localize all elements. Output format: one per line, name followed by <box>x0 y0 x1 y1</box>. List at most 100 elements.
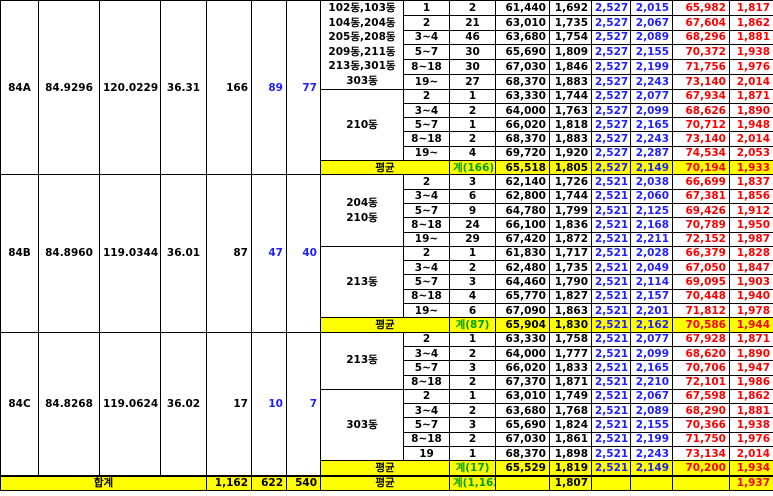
total-pp-cell: 1,938 <box>729 44 773 60</box>
option-cell: 2,527 <box>591 14 631 31</box>
floor-cell: 2 <box>403 331 450 347</box>
extension-cell: 2,165 <box>630 117 673 133</box>
average-extension: 2,149 <box>630 460 673 477</box>
extension-cell: 2,049 <box>630 260 673 276</box>
extension-cell: 2,199 <box>630 431 673 447</box>
total-price-cell: 68,620 <box>672 345 730 362</box>
per-pyeong-cell: 1,749 <box>549 388 592 405</box>
total-pp-cell: 1,817 <box>729 0 773 16</box>
count-cell: 27 <box>449 73 496 90</box>
floor-cell: 2 <box>403 388 450 405</box>
type-cell: 84A <box>0 0 39 176</box>
floor-cell: 8~18 <box>403 288 450 305</box>
extension-cell: 2,125 <box>630 202 673 219</box>
count-cell: 2 <box>449 0 496 16</box>
average-total-price: 70,194 <box>672 160 730 176</box>
option-cell: 2,521 <box>591 217 631 233</box>
dong-cell: 204동 210동 <box>320 174 404 247</box>
extension-cell: 2,077 <box>630 88 673 104</box>
ratio-cell: 36.01 <box>160 174 207 333</box>
per-pyeong-cell: 1,883 <box>549 73 592 90</box>
total-pp-cell: 1,903 <box>729 274 773 290</box>
per-pyeong-cell: 1,692 <box>549 0 592 16</box>
average-extension: 2,162 <box>630 317 673 333</box>
option-cell: 2,521 <box>591 288 631 305</box>
count-cell: 1 <box>449 445 496 462</box>
average-pp: 1,819 <box>549 460 592 477</box>
floor-cell: 8~18 <box>403 59 450 75</box>
total-pp-cell: 1,862 <box>729 14 773 31</box>
total-price-cell: 69,095 <box>672 274 730 290</box>
dong-label: 205동,208동 <box>328 31 396 44</box>
table-row: 84B 84.8960 119.0344 36.01 87 47 40 204동 210동 2 3 6… <box>0 174 773 333</box>
total-price-cell: 67,934 <box>672 88 730 104</box>
total-total-price <box>672 474 730 491</box>
price-cell: 63,010 <box>495 388 550 405</box>
total-price-cell: 72,101 <box>672 374 730 390</box>
average-price: 65,529 <box>495 460 550 477</box>
dong-label: 303동 <box>346 418 378 431</box>
count-cell: 2 <box>449 403 496 419</box>
dong-cell: 213동 <box>320 331 404 390</box>
count-cell: 21 <box>449 14 496 31</box>
extension-cell: 2,287 <box>630 145 673 162</box>
dong-label: 213동,301동 <box>328 60 396 73</box>
area-cell: 84.9296 <box>38 0 100 176</box>
count-cell: 3 <box>449 274 496 290</box>
count-cell: 2 <box>449 345 496 362</box>
price-cell: 64,000 <box>495 102 550 119</box>
floor-cell: 2 <box>403 14 450 31</box>
price-cell: 67,030 <box>495 59 550 75</box>
total-pp-cell: 1,950 <box>729 217 773 233</box>
extension-cell: 2,157 <box>630 288 673 305</box>
extension-cell: 2,210 <box>630 374 673 390</box>
total-price-cell: 68,296 <box>672 29 730 46</box>
count-cell: 2 <box>449 374 496 390</box>
floor-cell: 3~4 <box>403 102 450 119</box>
per-pyeong-cell: 1,768 <box>549 403 592 419</box>
floor-cell: 3~4 <box>403 345 450 362</box>
per-pyeong-cell: 1,790 <box>549 274 592 290</box>
extension-cell: 2,077 <box>630 331 673 347</box>
floor-cell: 3~4 <box>403 29 450 46</box>
units-cell: 166 <box>206 0 252 176</box>
average-total-pp: 1,933 <box>729 160 773 176</box>
average-extension: 2,149 <box>630 160 673 176</box>
total-price-cell: 67,604 <box>672 14 730 31</box>
per-pyeong-cell: 1,818 <box>549 117 592 133</box>
dong-label: 104동,204동 <box>328 16 396 29</box>
total-pp-cell: 1,986 <box>729 374 773 390</box>
count-cell: 1 <box>449 331 496 347</box>
price-cell: 64,780 <box>495 202 550 219</box>
dong-label: 102동,103동 <box>328 2 396 14</box>
dong-label: 204동 <box>346 196 378 209</box>
price-table: 84A 84.9296 120.0229 36.31 166 89 77 102동,103동 1… <box>0 0 773 491</box>
average-pp: 1,830 <box>549 317 592 333</box>
dong-label: 210동 <box>346 118 378 131</box>
floor-cell: 8~18 <box>403 431 450 447</box>
total-pp-cell: 1,837 <box>729 174 773 190</box>
extension-cell: 2,243 <box>630 445 673 462</box>
option-cell: 2,521 <box>591 445 631 462</box>
option-cell: 2,521 <box>591 274 631 290</box>
total-pp-cell: 1,890 <box>729 102 773 119</box>
option-cell: 2,521 <box>591 331 631 347</box>
count-cell: 1 <box>449 245 496 262</box>
option-cell: 2,521 <box>591 245 631 262</box>
floor-cell: 3~4 <box>403 260 450 276</box>
price-cell: 62,800 <box>495 188 550 204</box>
price-cell: 68,370 <box>495 445 550 462</box>
total-pp-cell: 1,940 <box>729 288 773 305</box>
total-price-cell: 67,050 <box>672 260 730 276</box>
floor-cell: 5~7 <box>403 44 450 60</box>
option-cell: 2,521 <box>591 431 631 447</box>
option-cell: 2,521 <box>591 188 631 204</box>
extension-cell: 2,199 <box>630 59 673 75</box>
extension-cell: 2,165 <box>630 360 673 376</box>
total-price-cell: 65,982 <box>672 0 730 16</box>
price-cell: 63,680 <box>495 403 550 419</box>
average-total-price: 70,586 <box>672 317 730 333</box>
option-cell: 2,527 <box>591 88 631 104</box>
per-pyeong-cell: 1,717 <box>549 245 592 262</box>
price-cell: 67,420 <box>495 231 550 247</box>
